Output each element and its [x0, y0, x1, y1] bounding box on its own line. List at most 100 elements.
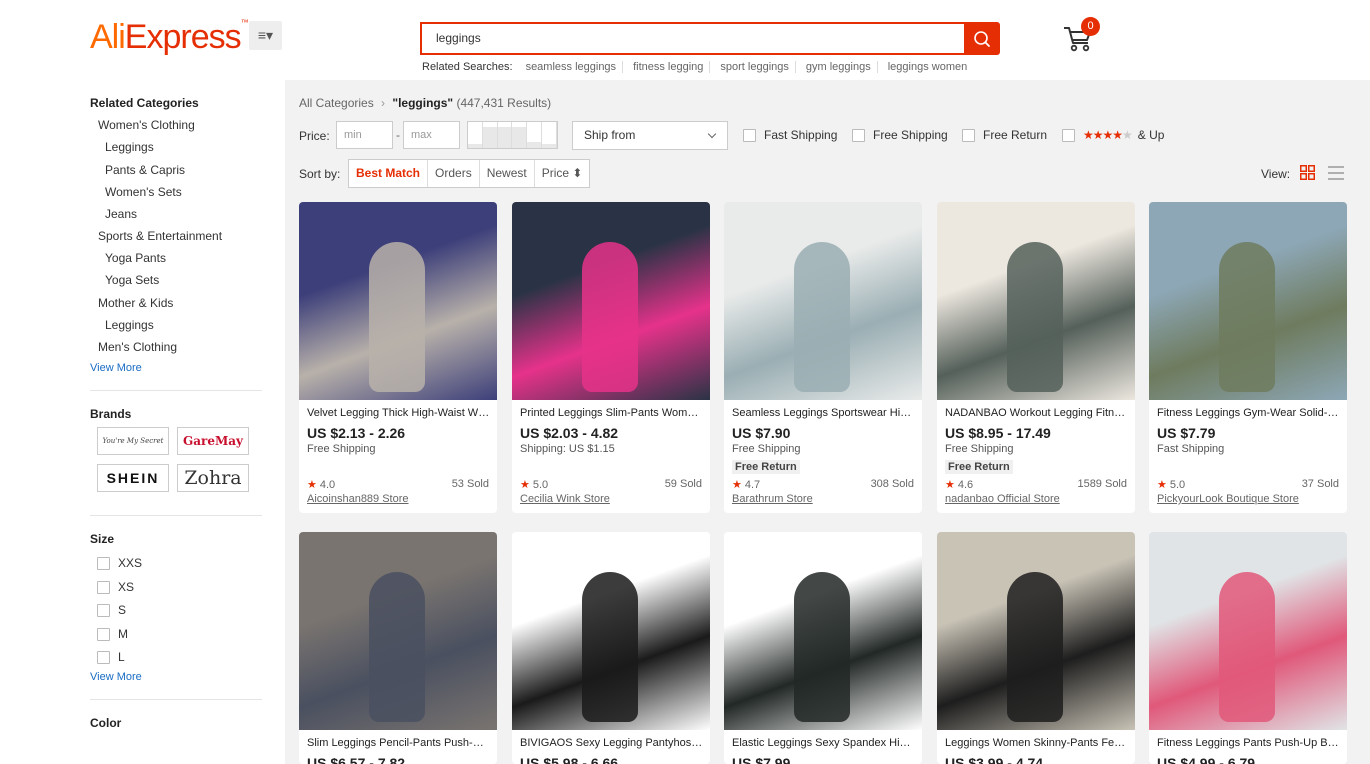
product-image[interactable] — [937, 532, 1135, 730]
categories-view-more-link[interactable]: View More — [90, 362, 142, 374]
checkbox[interactable] — [97, 556, 110, 570]
related-search-link[interactable]: sport leggings — [714, 61, 796, 73]
product-card[interactable]: Printed Leggings Slim-Pants Women Sport U… — [512, 202, 710, 513]
product-card[interactable]: Slim Leggings Pencil-Pants Push-Up Women… — [299, 532, 497, 764]
price-histogram[interactable] — [467, 121, 558, 149]
sort-best-match[interactable]: Best Match — [349, 160, 429, 187]
category-link[interactable]: Yoga Pants — [105, 251, 166, 265]
checkbox[interactable] — [743, 128, 756, 142]
product-title[interactable]: Fitness Leggings Gym-Wear Solid-Color — [1157, 407, 1341, 419]
category-menu-button[interactable]: ≡▾ — [249, 21, 282, 50]
size-option[interactable]: L — [97, 650, 125, 664]
checkbox[interactable] — [852, 128, 865, 142]
category-link[interactable]: Women's Clothing — [98, 118, 195, 132]
checkbox[interactable] — [97, 603, 110, 617]
price-min-input[interactable]: min — [336, 121, 393, 149]
product-rating: ★ 4.6 — [945, 478, 973, 491]
free-shipping-filter[interactable]: Free Shipping — [852, 128, 948, 142]
product-title[interactable]: Slim Leggings Pencil-Pants Push-Up Women — [307, 737, 491, 749]
category-link[interactable]: Men's Clothing — [98, 340, 177, 354]
price-dash: - — [396, 128, 400, 142]
product-card[interactable]: Elastic Leggings Sexy Spandex High Waist… — [724, 532, 922, 764]
price-max-input[interactable]: max — [403, 121, 460, 149]
star-icon: ★ — [307, 479, 317, 491]
product-card[interactable]: Seamless Leggings Sportswear High Waist U… — [724, 202, 922, 513]
sort-orders[interactable]: Orders — [428, 160, 480, 187]
checkbox[interactable] — [97, 650, 110, 664]
size-view-more-link[interactable]: View More — [90, 671, 142, 683]
size-option[interactable]: XXS — [97, 556, 142, 570]
filter-label: Free Return — [983, 128, 1048, 142]
product-image[interactable] — [724, 532, 922, 730]
related-search-link[interactable]: gym leggings — [799, 61, 878, 73]
product-title[interactable]: NADANBAO Workout Legging Fitness Women — [945, 407, 1129, 419]
star-rating-icon: ★★★★★ — [1083, 128, 1133, 142]
product-image[interactable] — [1149, 202, 1347, 400]
aliexpress-logo[interactable]: AliExpress™ — [90, 18, 249, 57]
product-image[interactable] — [724, 202, 922, 400]
category-link[interactable]: Women's Sets — [105, 185, 182, 199]
related-search-link[interactable]: fitness legging — [627, 61, 711, 73]
product-title[interactable]: Printed Leggings Slim-Pants Women Sport — [520, 407, 704, 419]
product-image[interactable] — [299, 202, 497, 400]
category-link[interactable]: Mother & Kids — [98, 296, 173, 310]
store-link[interactable]: Cecilia Wink Store — [520, 493, 610, 505]
size-option[interactable]: XS — [97, 580, 134, 594]
product-card[interactable]: Fitness Leggings Pants Push-Up Booty Wom… — [1149, 532, 1347, 764]
product-title[interactable]: BIVIGAOS Sexy Legging Pantyhose Women — [520, 737, 704, 749]
category-link[interactable]: Leggings — [105, 318, 154, 332]
brand-logo-zohra[interactable]: Zohra — [177, 464, 249, 492]
list-view-icon[interactable] — [1328, 166, 1344, 180]
related-search-link[interactable]: seamless leggings — [519, 61, 624, 73]
grid-view-icon[interactable] — [1300, 165, 1315, 180]
rating-filter[interactable]: ★★★★★ & Up — [1062, 128, 1164, 142]
search-button[interactable] — [964, 22, 1000, 55]
category-link[interactable]: Leggings — [105, 140, 154, 154]
checkbox[interactable] — [97, 580, 110, 594]
product-card[interactable]: NADANBAO Workout Legging Fitness Women US… — [937, 202, 1135, 513]
product-title[interactable]: Leggings Women Skinny-Pants Female — [945, 737, 1129, 749]
sold-count: 53 Sold — [451, 478, 489, 490]
size-option[interactable]: S — [97, 603, 126, 617]
sort-price[interactable]: Price ⬍ — [535, 160, 590, 187]
product-image[interactable] — [512, 202, 710, 400]
product-figure-shape — [582, 572, 638, 722]
ship-from-dropdown[interactable]: Ship from — [572, 121, 728, 150]
breadcrumb-all-categories[interactable]: All Categories — [299, 96, 374, 110]
category-link[interactable]: Sports & Entertainment — [98, 229, 222, 243]
free-return-filter[interactable]: Free Return — [962, 128, 1047, 142]
product-title[interactable]: Velvet Legging Thick High-Waist Winter L… — [307, 407, 491, 419]
related-search-link[interactable]: leggings women — [882, 61, 974, 73]
product-image[interactable] — [1149, 532, 1347, 730]
product-title[interactable]: Elastic Leggings Sexy Spandex High Waist — [732, 737, 916, 749]
store-link[interactable]: Barathrum Store — [732, 493, 813, 505]
sort-newest[interactable]: Newest — [480, 160, 535, 187]
product-image[interactable] — [937, 202, 1135, 400]
size-option[interactable]: M — [97, 627, 128, 641]
product-card[interactable]: Fitness Leggings Gym-Wear Solid-Color US … — [1149, 202, 1347, 513]
product-card[interactable]: BIVIGAOS Sexy Legging Pantyhose Women US … — [512, 532, 710, 764]
product-figure-shape — [1219, 242, 1275, 392]
store-link[interactable]: nadanbao Official Store — [945, 493, 1060, 505]
checkbox[interactable] — [962, 128, 975, 142]
product-title[interactable]: Seamless Leggings Sportswear High Waist — [732, 407, 916, 419]
category-link[interactable]: Pants & Capris — [105, 163, 185, 177]
category-link[interactable]: Yoga Sets — [105, 273, 159, 287]
product-card[interactable]: Leggings Women Skinny-Pants Female US $3.… — [937, 532, 1135, 764]
product-image[interactable] — [512, 532, 710, 730]
product-card[interactable]: Velvet Legging Thick High-Waist Winter L… — [299, 202, 497, 513]
product-image[interactable] — [299, 532, 497, 730]
store-link[interactable]: Aicoinshan889 Store — [307, 493, 409, 505]
search-input[interactable]: leggings — [420, 22, 966, 55]
brand-logo-youre-my-secret[interactable]: You're My Secret — [97, 427, 169, 455]
scrollbar[interactable] — [1356, 80, 1370, 764]
brand-logo-garemay[interactable]: GareMay — [177, 427, 249, 455]
brand-logo-shein[interactable]: SHEIN — [97, 464, 169, 492]
fast-shipping-filter[interactable]: Fast Shipping — [743, 128, 837, 142]
store-link[interactable]: PickyourLook Boutique Store — [1157, 493, 1299, 505]
checkbox[interactable] — [1062, 128, 1075, 142]
category-link[interactable]: Jeans — [105, 207, 137, 221]
product-title[interactable]: Fitness Leggings Pants Push-Up Booty Wom… — [1157, 737, 1341, 749]
histogram-fill — [482, 127, 497, 148]
checkbox[interactable] — [97, 627, 110, 641]
